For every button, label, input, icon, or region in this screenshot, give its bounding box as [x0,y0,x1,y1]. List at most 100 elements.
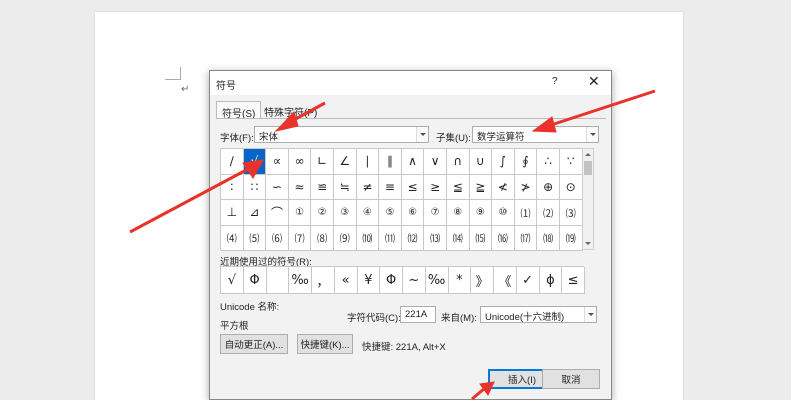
symbol-cell[interactable]: ∠ [333,149,357,175]
symbol-cell[interactable]: ∽ [266,174,289,200]
symbol-cell[interactable]: ⑽ [356,225,380,251]
scroll-thumb[interactable] [584,161,592,175]
font-select[interactable]: 宋体 [254,126,429,143]
symbol-cell[interactable]: ∵ [559,149,583,175]
recent-symbol-cell[interactable]: « [334,267,358,294]
subset-select[interactable]: 数学运算符 [472,126,599,143]
scroll-down-icon[interactable] [585,242,591,245]
symbol-cell[interactable]: ≥ [424,174,447,200]
recent-symbol-cell[interactable]: ‰ [425,267,449,294]
symbol-cell[interactable]: ⑼ [333,225,357,251]
symbol-cell[interactable]: ⑾ [379,225,402,251]
tab-special-characters[interactable]: 特殊字符(P) [259,101,322,119]
symbol-cell[interactable]: ⑶ [559,200,583,226]
symbol-cell[interactable]: ⊕ [537,174,560,200]
symbol-cell[interactable]: ≧ [469,174,493,200]
help-button[interactable]: ? [552,76,558,87]
symbol-cell[interactable]: ∩ [446,149,470,175]
symbol-cell[interactable]: ∝ [266,149,289,175]
symbol-cell[interactable]: ∶ [221,174,244,200]
symbol-cell[interactable]: ≈ [288,174,312,200]
symbol-cell[interactable]: ∮ [514,149,538,175]
symbol-cell[interactable]: ⑩ [492,200,515,226]
symbol-cell[interactable]: ∕ [221,149,244,175]
symbol-cell[interactable]: ≯ [514,174,538,200]
symbol-cell[interactable]: ③ [333,200,357,226]
symbol-cell[interactable]: ⑺ [288,225,312,251]
recent-symbol-cell[interactable]: Φ [380,267,403,294]
symbol-cell[interactable]: ⊥ [221,200,244,226]
recent-symbol-cell[interactable] [266,267,290,294]
symbol-cell[interactable]: ∷ [243,174,267,200]
symbol-cell[interactable]: ⑥ [401,200,425,226]
recent-symbol-cell[interactable]: ~ [403,267,426,294]
symbol-cell[interactable]: ∞ [288,149,312,175]
symbol-cell[interactable]: ⑦ [424,200,447,226]
symbol-cell[interactable]: ⌒ [266,200,289,226]
shortcut-info: 快捷键: 221A, Alt+X [362,342,446,353]
symbol-cell[interactable]: ≤ [401,174,425,200]
symbol-cell[interactable]: ∴ [537,149,560,175]
symbol-cell[interactable]: ⑹ [266,225,289,251]
unicode-name-value: 平方根 [220,321,249,332]
symbol-cell[interactable]: ⒁ [446,225,470,251]
recent-symbol-cell[interactable]: ≤ [562,267,585,294]
symbol-cell[interactable]: ⊙ [559,174,583,200]
autocorrect-button[interactable]: 自动更正(A)... [220,334,288,354]
recent-symbol-cell[interactable]: 《 [494,267,517,294]
symbol-cell[interactable]: ④ [356,200,380,226]
symbol-cell[interactable]: ⑸ [243,225,267,251]
symbol-cell[interactable]: ∧ [401,149,425,175]
tab-symbols[interactable]: 符号(S) [216,101,262,120]
symbol-cell[interactable]: ⑷ [221,225,244,251]
recent-symbol-cell[interactable]: √ [221,267,244,294]
symbol-cell[interactable]: ∨ [424,149,447,175]
symbol-cell[interactable]: ∥ [379,149,402,175]
chevron-down-icon[interactable] [586,127,598,142]
symbol-cell[interactable]: ⒀ [424,225,447,251]
symbol-cell[interactable]: ≦ [446,174,470,200]
recent-symbol-cell[interactable]: ¥ [357,267,381,294]
symbol-cell[interactable]: ⑿ [401,225,425,251]
symbol-cell[interactable]: ≮ [492,174,515,200]
recent-symbol-cell[interactable]: ✓ [516,267,540,294]
cancel-button[interactable]: 取消 [542,369,600,389]
symbol-cell[interactable]: ∫ [492,149,515,175]
chevron-down-icon[interactable] [584,307,596,322]
symbol-cell[interactable]: ⊿ [243,200,267,226]
recent-symbol-cell[interactable]: ‰ [289,267,312,294]
symbol-grid-scrollbar[interactable] [582,148,594,250]
recent-symbol-cell[interactable]: ϕ [539,267,563,294]
scroll-up-icon[interactable] [585,153,591,156]
symbol-cell[interactable]: ⑤ [379,200,402,226]
symbol-cell[interactable]: ≡ [379,174,402,200]
symbol-cell[interactable]: ⑨ [469,200,493,226]
symbol-cell[interactable]: ⒂ [469,225,493,251]
symbol-cell[interactable]: ⒆ [559,225,583,251]
symbol-cell[interactable]: ① [288,200,312,226]
symbol-cell[interactable]: ⑻ [311,225,334,251]
symbol-cell[interactable]: ⒃ [492,225,515,251]
symbol-cell[interactable]: √ [243,149,267,175]
recent-symbol-cell[interactable]: ， [312,267,335,294]
symbol-cell[interactable]: ⒅ [537,225,560,251]
symbol-cell[interactable]: ⑵ [537,200,560,226]
recent-symbol-cell[interactable]: * [448,267,472,294]
symbol-cell[interactable]: ∣ [356,149,380,175]
recent-symbol-cell[interactable]: 》 [471,267,494,294]
symbol-cell[interactable]: ② [311,200,334,226]
symbol-cell[interactable]: ⑴ [514,200,538,226]
char-code-field[interactable]: 221A [400,306,436,323]
chevron-down-icon[interactable] [416,127,428,142]
symbol-cell[interactable]: ≒ [333,174,357,200]
recent-symbol-cell[interactable]: Φ [243,267,267,294]
symbol-cell[interactable]: ⒄ [514,225,538,251]
symbol-cell[interactable]: ∪ [469,149,493,175]
symbol-cell[interactable]: ∟ [311,149,334,175]
symbol-cell[interactable]: ≠ [356,174,380,200]
symbol-cell[interactable]: ≌ [311,174,334,200]
shortcut-key-button[interactable]: 快捷键(K)... [297,334,353,354]
close-button[interactable]: ✕ [588,73,600,89]
symbol-cell[interactable]: ⑧ [446,200,470,226]
from-select[interactable]: Unicode(十六进制) [480,306,597,323]
